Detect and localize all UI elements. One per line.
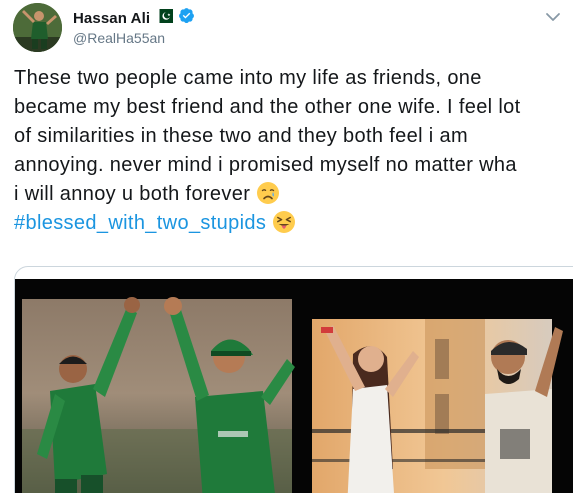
- verified-badge-icon: [178, 7, 195, 29]
- name-row: Hassan Ali: [73, 7, 195, 29]
- pakistan-flag-icon: [155, 8, 174, 28]
- chevron-down-icon[interactable]: [545, 10, 561, 28]
- squinting-tongue-face-emoji-icon: [272, 210, 296, 243]
- tweet-text-line: of similarities in these two and they bo…: [14, 125, 468, 147]
- tweet-text-line: became my best friend and the other one …: [14, 96, 521, 118]
- tweet-text-line: annoying. never mind i promised myself n…: [14, 154, 517, 176]
- tweet-text: These two people came into my life as fr…: [14, 64, 573, 238]
- user-handle[interactable]: @RealHa55an: [73, 30, 165, 46]
- tweet-hashtag-line: #blessed_with_two_stupids: [14, 209, 573, 238]
- tweet-media-card[interactable]: [14, 266, 573, 493]
- tweet-text-line-with-emoji: i will annoy u both forever: [14, 180, 573, 209]
- display-name[interactable]: Hassan Ali: [73, 10, 150, 27]
- hashtag-link[interactable]: #blessed_with_two_stupids: [14, 212, 266, 234]
- avatar[interactable]: [13, 3, 62, 52]
- tweet-text-line: These two people came into my life as fr…: [14, 67, 482, 89]
- cricket-celebration-photos[interactable]: [15, 279, 573, 493]
- tweet-text-line: i will annoy u both forever: [14, 183, 251, 205]
